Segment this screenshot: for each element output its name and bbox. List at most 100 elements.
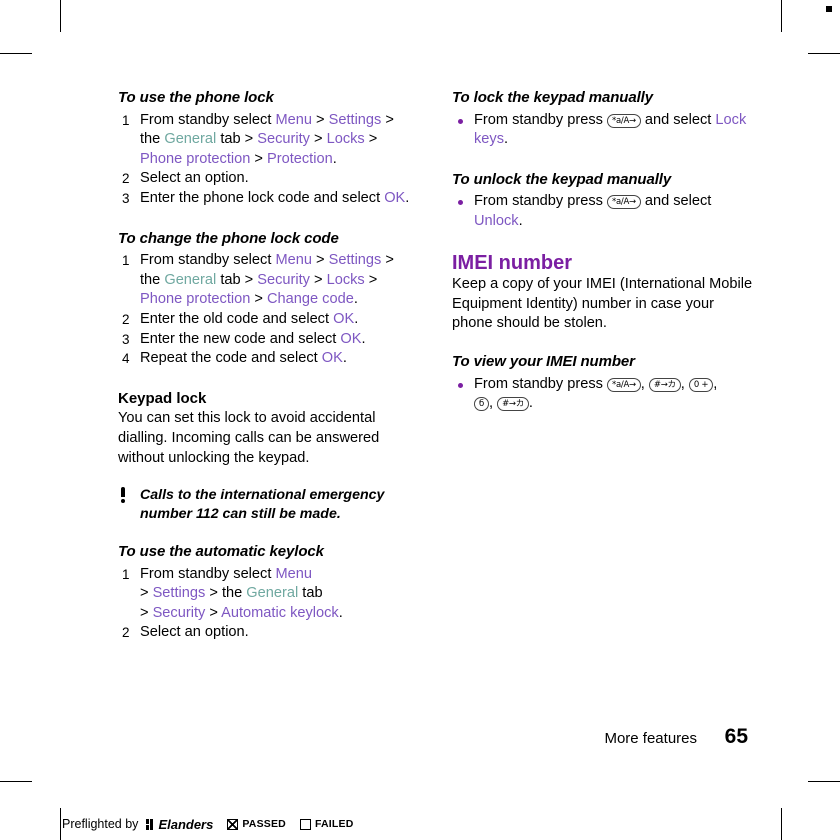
menu-link: Phone protection [140, 291, 251, 308]
footer-section-label: More features [604, 730, 697, 747]
step-text: . [354, 310, 359, 327]
crop-mark [0, 53, 32, 54]
step-text: . [332, 150, 337, 167]
list-item: From standby select Menu > Settings > th… [118, 251, 418, 310]
step-text: Select an option. [140, 170, 249, 187]
bullet-text-mid: and select [640, 193, 712, 210]
list-item: From standby press *a/A→, #→カ, 0 +, б, #… [452, 375, 757, 414]
menu-link: Menu [275, 252, 312, 269]
elanders-logo: Elanders [146, 817, 213, 832]
failed-label: FAILED [314, 818, 354, 830]
step-text: > [250, 291, 267, 308]
step-text: . [338, 604, 343, 621]
menu-link: General [164, 131, 217, 148]
preflight-text: Preflighted by [62, 817, 139, 831]
step-text: > [205, 604, 222, 621]
bullet-text-pre: From standby press [474, 375, 608, 392]
menu-link: OK [384, 189, 406, 206]
step-text: Enter the new code and select [140, 330, 341, 347]
step-text: tab [298, 585, 323, 602]
note-text: Calls to the international emergency num… [140, 487, 385, 523]
bullets-unlock-keypad: From standby press *a/A→ and select Unlo… [452, 192, 757, 231]
menu-link: Locks [326, 271, 365, 288]
menu-link: Menu [275, 565, 312, 582]
steps-change-phone-lock-code: From standby select Menu > Settings > th… [118, 251, 418, 369]
step-text: > [311, 252, 329, 269]
menu-link: Change code [267, 291, 354, 308]
checkbox-checked-icon [227, 818, 239, 830]
right-column: To lock the keypad manually From standby… [452, 88, 757, 414]
list-item: From standby select Menu > Settings > th… [118, 111, 418, 170]
step-text: tab > [216, 271, 258, 288]
menu-link: OK [333, 310, 355, 327]
left-column: To use the phone lock From standby selec… [118, 88, 418, 643]
step-text: . [405, 189, 410, 206]
menu-link: Menu [275, 111, 312, 128]
menu-link: Protection [267, 150, 333, 167]
menu-link: OK [340, 330, 362, 347]
heading-change-phone-lock-code: To change the phone lock code [118, 229, 339, 247]
step-text: From standby select [140, 565, 276, 582]
paragraph-imei: Keep a copy of your IMEI (International … [452, 276, 753, 332]
menu-link-unlock: Unlock [474, 212, 519, 229]
registration-dot [826, 6, 832, 12]
step-text: Repeat the code and select [140, 350, 322, 367]
exclamation-icon [118, 487, 127, 504]
step-text: . [361, 330, 366, 347]
heading-unlock-keypad-manually: To unlock the keypad manually [452, 170, 672, 188]
heading-imei-number: IMEI number [452, 251, 573, 274]
bullet-text-pre: From standby press [474, 193, 608, 210]
passed-label: PASSED [242, 818, 286, 830]
steps-automatic-keylock: From standby select Menu > Settings > the… [118, 565, 418, 643]
step-text: > [364, 131, 378, 148]
page-number: 65 [724, 725, 748, 748]
step-text: . [342, 350, 347, 367]
menu-link: Security [257, 271, 310, 288]
heading-use-phone-lock: To use the phone lock [118, 89, 274, 106]
key-glyph-icon: 0 + [688, 377, 714, 392]
bullet-text-end: . [528, 395, 533, 412]
heading-view-imei: To view your IMEI number [452, 352, 635, 370]
crop-mark [808, 781, 840, 782]
bullet-text-mid: and select [640, 111, 716, 128]
bullet-text-pre: From standby press [474, 111, 608, 128]
step-text: > the [205, 585, 247, 602]
key-glyph-icon: *a/A→ [607, 377, 641, 392]
steps-use-phone-lock: From standby select Menu > Settings > th… [118, 111, 418, 209]
menu-link: Security [257, 131, 310, 148]
step-text: > [140, 604, 153, 621]
bullets-view-imei: From standby press *a/A→, #→カ, 0 +, б, #… [452, 375, 757, 414]
key-glyph-icon: б [474, 397, 489, 412]
heading-keypad-lock: Keypad lock [118, 389, 207, 407]
bullets-lock-keypad: From standby press *a/A→ and select Lock… [452, 111, 757, 150]
step-text: > [250, 150, 267, 167]
note-emergency-number: Calls to the international emergency num… [118, 486, 418, 524]
crop-mark [808, 53, 840, 54]
step-text: . [353, 291, 358, 308]
step-text: Enter the phone lock code and select [140, 189, 385, 206]
crop-mark [781, 0, 782, 32]
menu-link: Security [152, 604, 206, 621]
step-text: > [364, 271, 378, 288]
menu-link: Settings [152, 585, 206, 602]
list-item: From standby press *a/A→ and select Lock… [452, 111, 757, 150]
preflight-failed: FAILED [299, 818, 354, 830]
step-text: tab > [216, 131, 258, 148]
paragraph-keypad-lock: You can set this lock to avoid accidenta… [118, 410, 380, 466]
menu-link: Locks [326, 131, 365, 148]
step-text: > [309, 271, 327, 288]
step-text: Enter the old code and select [140, 310, 334, 327]
menu-link: Settings [328, 252, 382, 269]
preflight-bar: Preflighted by Elanders PASSED FAILED [0, 808, 840, 840]
step-text: From standby select [140, 111, 276, 128]
key-glyph-icon: #→カ [648, 377, 681, 392]
list-item: Enter the phone lock code and select OK. [118, 189, 418, 209]
list-item: Select an option. [118, 169, 418, 189]
heading-automatic-keylock: To use the automatic keylock [118, 543, 324, 561]
menu-link: Settings [328, 111, 382, 128]
crop-mark [60, 0, 61, 32]
list-item: From standby select Menu > Settings > the… [118, 565, 418, 624]
list-item: Repeat the code and select OK. [118, 349, 418, 369]
menu-link: General [246, 585, 299, 602]
bullet-text-end: . [504, 131, 509, 148]
